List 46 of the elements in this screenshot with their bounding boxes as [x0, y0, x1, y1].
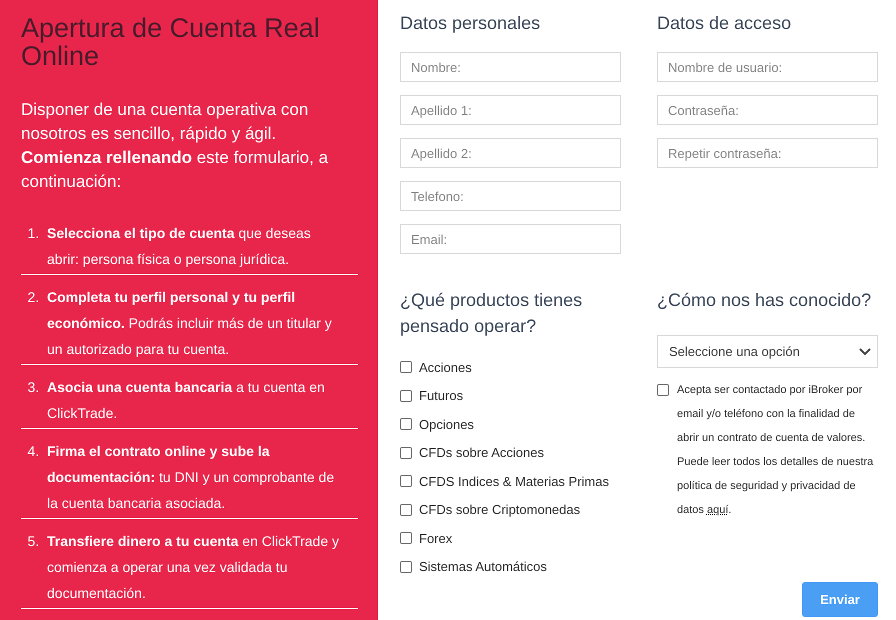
step-number: 3.	[26, 378, 40, 397]
section-heading: Datos personales	[400, 12, 542, 35]
section-heading: ¿Cómo nos has conocido?	[657, 289, 872, 312]
step-number: 2.	[26, 288, 40, 307]
intro-text: Disponer de una cuenta operativa con nosotros es sencillo, rápido y ágil.	[21, 99, 310, 145]
input-field[interactable]: Telefono:	[400, 181, 621, 211]
checkbox[interactable]	[400, 532, 412, 544]
input-field[interactable]: Contraseña:	[657, 95, 878, 125]
checkbox[interactable]	[657, 384, 669, 396]
dropdown-select[interactable]: Seleccione una opción	[657, 335, 878, 368]
step-text: Selecciona el tipo de cuenta que deseas abrir: persona física o persona jurídica.	[47, 224, 312, 269]
step-number: 1.	[26, 224, 40, 243]
checkbox-label: CFDS Indices & Materias Primas	[419, 474, 609, 489]
checkbox[interactable]	[400, 504, 412, 516]
checkbox[interactable]	[400, 446, 412, 459]
consent-text: Acepta ser contactado por iBroker por email y/o teléfono con la finalidad de abrir un contrato de cuenta de valores. Puede leer todos los detalles de nuestra política de seguridad y privacidad de datos aquí.	[677, 383, 874, 518]
section-heading: ¿Qué productos tienes pensado operar?	[400, 289, 584, 338]
input-field[interactable]: Apellido 2:	[400, 138, 621, 168]
step-text: Transfiere dinero a tu cuenta en ClickTrade y comienza a operar una vez validada tu documentación.	[47, 532, 339, 603]
input-field[interactable]: Nombre de usuario:	[657, 52, 878, 82]
checkbox-label: Acciones	[419, 360, 472, 375]
checkbox[interactable]	[400, 361, 412, 374]
checkbox[interactable]	[400, 418, 412, 430]
step-text: Completa tu perfil personal y tu perfil económico. Podrás incluir más de un titular y un autorizado para tu cuenta.	[47, 288, 333, 359]
input-field[interactable]: Repetir contraseña:	[657, 138, 878, 168]
input-field[interactable]: Apellido 1:	[400, 95, 621, 125]
input-field[interactable]: Nombre:	[400, 52, 621, 82]
page-title: Apertura de Cuenta Real Online	[21, 14, 321, 70]
input-field[interactable]: Email:	[400, 224, 621, 254]
step-text: Firma el contrato online y sube la documentación: tu DNI y un comprobante de la cuenta bancaria asociada.	[47, 442, 336, 513]
checkbox[interactable]	[400, 390, 412, 402]
checkbox-label: Opciones	[419, 416, 474, 432]
checkbox-label: Futuros	[419, 388, 464, 404]
intro-text: Comienza rellenando este formulario, a continuación:	[21, 147, 330, 193]
section-heading: Datos de acceso	[657, 12, 792, 35]
checkbox-label: CFDs sobre Acciones	[419, 445, 544, 460]
checkbox-label: CFDs sobre Criptomonedas	[419, 502, 580, 518]
checkbox[interactable]	[400, 560, 412, 573]
step-number: 4.	[26, 442, 40, 461]
privacy-link[interactable]: aquí	[706, 504, 728, 516]
chevron-down-icon	[859, 348, 871, 356]
step-number: 5.	[26, 532, 40, 551]
checkbox-label: Forex	[419, 530, 452, 546]
step-text: Asocia una cuenta bancaria a tu cuenta en ClickTrade.	[47, 378, 326, 423]
checkbox[interactable]	[400, 475, 412, 488]
checkbox-label: Sistemas Automáticos	[419, 559, 547, 574]
